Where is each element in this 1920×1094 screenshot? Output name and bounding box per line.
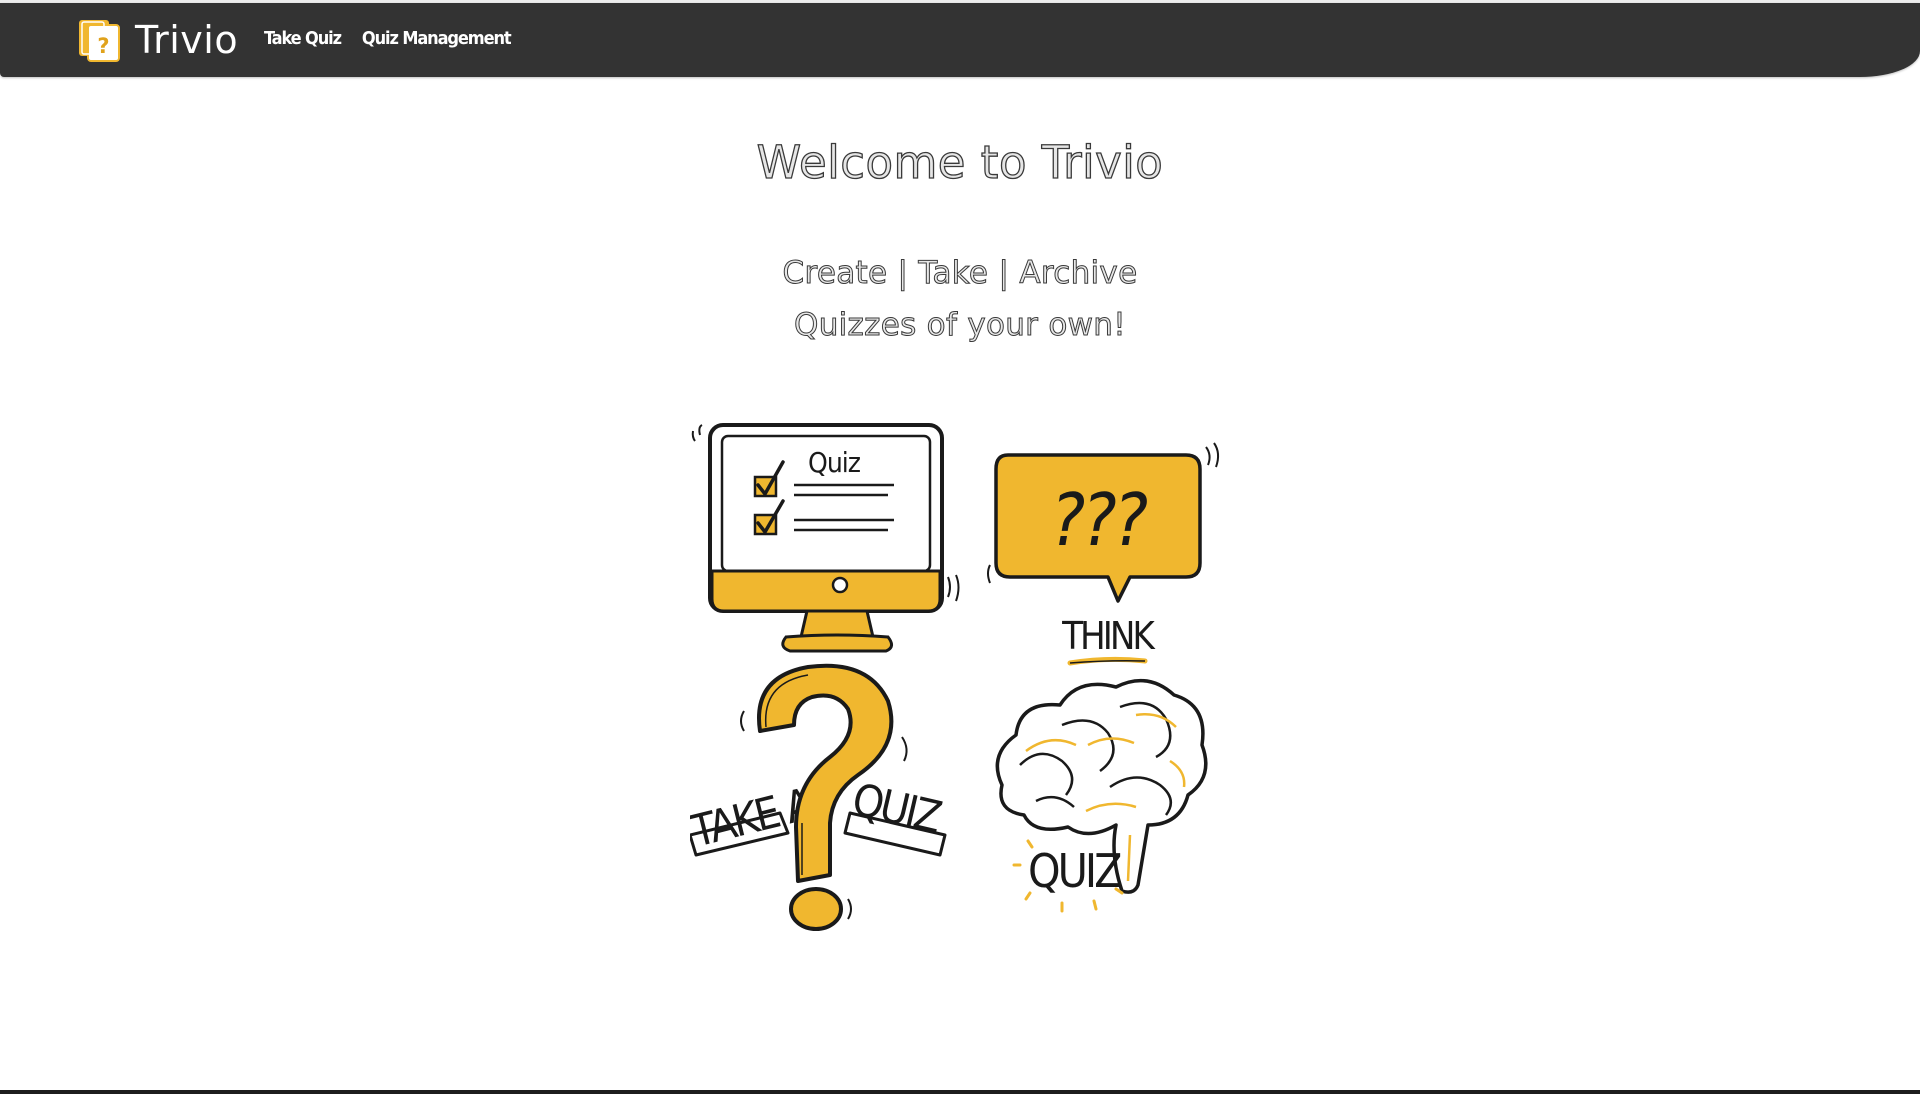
logo-question-card-icon: ? [79,20,120,62]
bubble-question-marks: ??? [1051,478,1148,562]
think-label: THINK [1061,614,1156,658]
tagline-line-1: Create | Take | Archive [782,255,1138,292]
brain-quiz-icon: QUIZ [995,678,1208,913]
brain-quiz-label: QUIZ [1028,844,1121,898]
nav-take-quiz[interactable]: Take Quiz [264,28,342,49]
monitor-quiz-icon: Quiz [691,423,960,653]
quiz-illustration: Quiz ??? THINK TAKE A QUIZ QUIZ [690,423,1220,931]
tagline-line-2: Quizzes of your own! [794,307,1127,344]
bottom-edge [0,1090,1920,1094]
brand-name: Trivio [135,18,239,62]
svg-text:?: ? [97,34,109,58]
navbar: ? Trivio Take Quiz Quiz Management [0,3,1920,77]
page-title: Welcome to Trivio [756,135,1164,189]
think-bubble-icon: ??? THINK [987,442,1220,666]
monitor-quiz-label: Quiz [808,446,861,479]
brand-link[interactable]: ? Trivio [78,17,238,63]
take-a-quiz-icon: TAKE A QUIZ [690,663,947,931]
nav-quiz-management[interactable]: Quiz Management [362,28,512,49]
